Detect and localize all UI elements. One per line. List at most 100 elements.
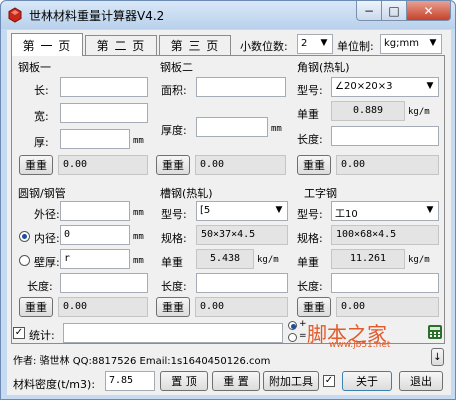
app-icon (8, 7, 22, 23)
unit-weight-unit: kg/m (257, 255, 279, 265)
plate1-weight-button[interactable]: 重重 (19, 155, 53, 175)
plate1-length-input[interactable] (60, 77, 148, 97)
stats-plus-radio[interactable] (288, 321, 297, 330)
title-bar[interactable]: 世林材料重量计算器V4.2 − □ ✕ (1, 1, 455, 29)
stats-total-field[interactable] (63, 323, 283, 343)
round-weight-value: 0.00 (58, 297, 148, 317)
steel-plate-1-title: 钢板一 (18, 61, 51, 74)
wall-thickness-radio[interactable] (19, 255, 30, 266)
round-length-input[interactable] (60, 273, 148, 293)
maximize-button[interactable]: □ (381, 1, 407, 21)
channel-steel-title: 槽钢(热轧) (160, 187, 213, 200)
tab-panel: 钢板一 长: 宽: 厚: mm 重重 0.00 钢板二 面积: 厚度: mm 重… (11, 55, 445, 344)
unit-weight-unit: kg/m (408, 107, 430, 117)
plate1-thickness-input[interactable] (60, 129, 130, 149)
channel-weight-value: 0.00 (195, 297, 288, 317)
length-label: 长: (34, 84, 49, 97)
exit-button[interactable]: 退出 (399, 371, 443, 391)
length-label: 长度: (161, 280, 187, 293)
spec-label: 规格: (161, 232, 187, 245)
wall-thickness-label: 壁厚: (34, 256, 60, 269)
width-label: 宽: (34, 110, 49, 123)
extra-tools-button[interactable]: 附加工具 (263, 371, 319, 391)
wall-thickness-input[interactable]: r (60, 249, 130, 269)
chevron-down-icon: ▼ (426, 81, 434, 91)
unit-system-value: kg;mm (384, 38, 419, 49)
thickness-unit: mm (271, 124, 282, 134)
pin-top-button[interactable]: 置 顶 (160, 371, 208, 391)
close-button[interactable]: ✕ (406, 1, 451, 21)
density-label: 材料密度(t/m3): (13, 378, 96, 391)
about-button[interactable]: 关于 (342, 371, 392, 391)
model-label: 型号: (297, 84, 323, 97)
angle-weight-value: 0.00 (336, 155, 439, 175)
unit-system-label: 单位制: (337, 40, 374, 53)
i-beam-model-value: 工10 (335, 209, 358, 220)
channel-model-select[interactable]: [5 ▼ (196, 201, 288, 221)
length-label: 长度: (27, 280, 53, 293)
plate2-area-input[interactable] (196, 77, 286, 97)
minimize-button[interactable]: − (356, 1, 382, 21)
chevron-down-icon: ▼ (426, 205, 434, 215)
stats-checkbox[interactable]: ✓ (13, 327, 25, 339)
outer-diameter-input[interactable] (60, 201, 130, 221)
unit-weight-label: 单重 (297, 108, 319, 121)
unit-system-select[interactable]: kg;mm ▼ (380, 34, 442, 54)
inner-diameter-radio[interactable] (19, 231, 30, 242)
round-weight-button[interactable]: 重重 (19, 297, 53, 317)
inner-diameter-input[interactable]: 0 (60, 225, 130, 245)
decimals-select[interactable]: 2 ▼ (297, 34, 333, 54)
length-label: 长度: (297, 280, 323, 293)
plate2-weight-button[interactable]: 重重 (156, 155, 190, 175)
chevron-down-icon: ▼ (320, 38, 328, 48)
angle-length-input[interactable] (331, 126, 439, 146)
window-title: 世林材料重量计算器V4.2 (29, 9, 165, 23)
inner-diameter-label: 内径: (34, 232, 60, 245)
watermark-url: www.jb51.net (329, 340, 391, 350)
tab-page-1[interactable]: 第 一 页 (11, 33, 83, 56)
chevron-down-icon: ▼ (275, 205, 283, 215)
channel-weight-button[interactable]: 重重 (156, 297, 190, 317)
thickness-label: 厚度: (161, 124, 187, 137)
stats-eq-label: = (299, 331, 307, 341)
wall-unit: mm (133, 256, 144, 266)
channel-unit-weight-value: 5.438 (196, 249, 254, 269)
calculator-icon[interactable] (427, 324, 443, 340)
reset-button[interactable]: 重 置 (212, 371, 260, 391)
outer-diameter-label: 外径: (34, 208, 60, 221)
tab-page-2[interactable]: 第 二 页 (85, 35, 157, 55)
thickness-unit: mm (133, 136, 144, 146)
tab-page-3[interactable]: 第 三 页 (159, 35, 231, 55)
i-beam-length-input[interactable] (331, 273, 439, 293)
extra-tools-checkbox[interactable]: ✓ (323, 375, 335, 387)
angle-steel-title: 角钢(热轧) (297, 61, 350, 74)
scroll-down-button[interactable]: ↓ (431, 348, 444, 366)
model-label: 型号: (161, 208, 187, 221)
client-area: 第 一 页 第 二 页 第 三 页 小数位数: 2 ▼ 单位制: kg;mm ▼… (7, 30, 451, 395)
angle-weight-button[interactable]: 重重 (297, 155, 331, 175)
stats-label: 统计: (29, 329, 55, 342)
app-window: 世林材料重量计算器V4.2 − □ ✕ 第 一 页 第 二 页 第 三 页 小数… (0, 0, 456, 400)
i-beam-spec-value: 100×68×4.5 (331, 225, 439, 245)
unit-weight-label: 单重 (161, 256, 183, 269)
angle-unit-weight-value: 0.889 (331, 101, 405, 121)
stats-eq-radio[interactable] (288, 333, 297, 342)
spec-label: 规格: (297, 232, 323, 245)
channel-spec-value: 50×37×4.5 (196, 225, 288, 245)
plate2-thickness-input[interactable] (196, 117, 268, 137)
i-beam-unit-weight-value: 11.261 (331, 249, 405, 269)
plate1-width-input[interactable] (60, 103, 148, 123)
angle-model-select[interactable]: ∠20×20×3 ▼ (331, 77, 439, 97)
plate2-weight-value: 0.00 (195, 155, 286, 175)
density-input[interactable]: 7.85 (105, 371, 155, 391)
i-beam-weight-button[interactable]: 重重 (297, 297, 331, 317)
channel-length-input[interactable] (196, 273, 288, 293)
area-label: 面积: (161, 84, 187, 97)
decimals-value: 2 (301, 38, 308, 49)
i-beam-model-select[interactable]: 工10 ▼ (331, 201, 439, 221)
angle-model-value: ∠20×20×3 (335, 81, 393, 92)
thickness-label: 厚: (34, 136, 49, 149)
length-label: 长度: (297, 133, 323, 146)
plate1-weight-value: 0.00 (58, 155, 148, 175)
stats-plus-label: + (299, 319, 307, 329)
